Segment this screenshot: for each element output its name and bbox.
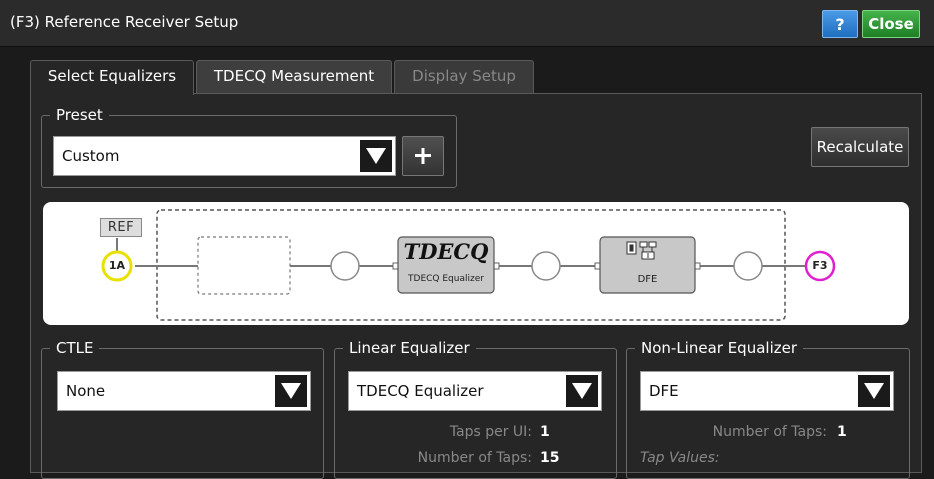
linear-num-taps-value: 15 [540, 450, 560, 466]
linear-equalizer-select[interactable]: TDECQ Equalizer [348, 371, 602, 411]
output-f3-label[interactable]: F3 [806, 259, 834, 272]
nonlinear-equalizer-legend: Non-Linear Equalizer [641, 339, 798, 357]
recalculate-button[interactable]: Recalculate [811, 127, 909, 167]
equalizer-diagram: REF 1A F3 TDECQ TDECQ Equalizer DFE [43, 202, 909, 325]
title-bar: (F3) Reference Receiver Setup ? Close [0, 0, 934, 47]
chevron-down-icon[interactable] [275, 375, 307, 407]
dfe-block-caption[interactable]: DFE [600, 274, 695, 285]
plus-icon [415, 148, 431, 164]
taps-per-ui-value: 1 [540, 424, 550, 440]
tdecq-block-title[interactable]: TDECQ [398, 239, 494, 264]
nonlinear-num-taps-value: 1 [837, 424, 847, 440]
chevron-down-icon[interactable] [858, 375, 890, 407]
tab-tdecq-measurement[interactable]: TDECQ Measurement [196, 60, 392, 93]
taps-per-ui-label: Taps per UI: [449, 424, 532, 440]
tap-values-label: Tap Values: [640, 450, 720, 466]
chevron-down-icon[interactable] [566, 375, 598, 407]
tab-display-setup[interactable]: Display Setup [394, 60, 534, 93]
window-title: (F3) Reference Receiver Setup [10, 13, 239, 31]
chevron-down-icon[interactable] [360, 140, 392, 172]
preset-legend: Preset [56, 106, 103, 124]
preset-select[interactable]: Custom [53, 136, 396, 176]
linear-equalizer-value: TDECQ Equalizer [357, 382, 484, 400]
add-preset-button[interactable] [402, 136, 444, 176]
close-button[interactable]: Close [862, 10, 920, 38]
help-button[interactable]: ? [822, 10, 858, 38]
nonlinear-num-taps-label: Number of Taps: [712, 424, 827, 440]
ctle-select[interactable]: None [57, 371, 311, 411]
tdecq-block-caption: TDECQ Equalizer [408, 274, 484, 284]
ref-tag: REF [100, 218, 142, 237]
nonlinear-equalizer-value: DFE [649, 382, 679, 400]
preset-value: Custom [62, 147, 120, 165]
ctle-legend: CTLE [56, 339, 94, 357]
linear-num-taps-label: Number of Taps: [417, 450, 532, 466]
nonlinear-equalizer-select[interactable]: DFE [640, 371, 894, 411]
source-1a-label[interactable]: 1A [103, 259, 131, 272]
ctle-value: None [66, 382, 106, 400]
linear-equalizer-legend: Linear Equalizer [349, 339, 470, 357]
tab-select-equalizers[interactable]: Select Equalizers [30, 60, 194, 95]
